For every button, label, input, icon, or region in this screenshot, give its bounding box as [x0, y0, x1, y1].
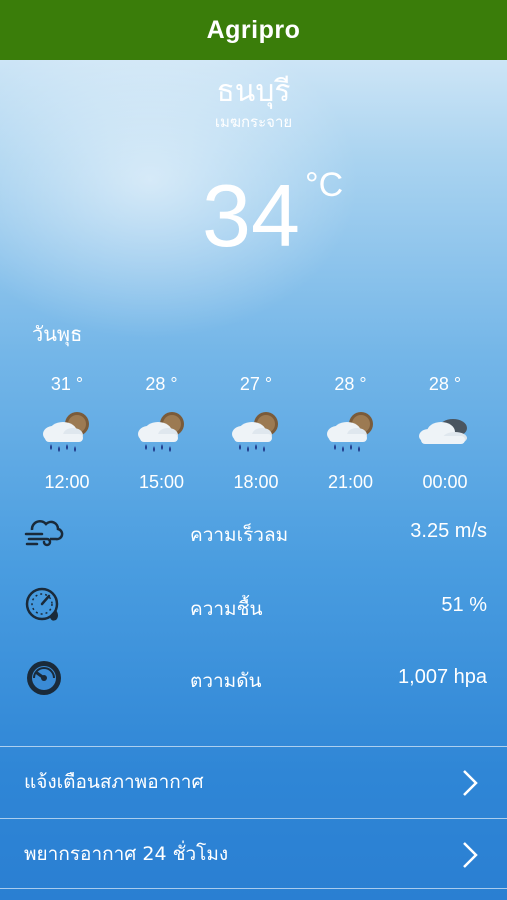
hourly-forecast: 31 ° 12:00 28 ° 15:00 27 ° 18:00 28 ° 21…: [20, 374, 492, 493]
weather-condition: เมฆกระจาย: [214, 113, 293, 131]
wind-value: 3.25 m/s: [410, 520, 487, 542]
hourly-time: 18:00: [233, 472, 279, 492]
city-name: ธนบุรี: [216, 74, 291, 109]
wind-cloud-icon: [24, 520, 64, 547]
pressure-gauge-icon: [27, 661, 61, 695]
hourly-time: 12:00: [44, 472, 90, 492]
hourly-temp: 28 °: [334, 374, 367, 394]
rain-cloud-moon-icon: [43, 412, 89, 452]
weather-alerts-label: แจ้งเตือนสภาพอากาศ: [24, 771, 204, 793]
chevron-right-icon: [463, 770, 478, 796]
hourly-time: 21:00: [327, 472, 374, 492]
hourly-item: 28 ° 21:00: [304, 374, 398, 493]
cloud-icon: [419, 419, 467, 444]
humidity-row: ความชื้น 51 %: [0, 584, 507, 628]
hourly-item: 28 ° 15:00: [115, 374, 209, 493]
humidity-value: 51 %: [441, 594, 487, 616]
hourly-temp: 31 °: [50, 374, 84, 394]
wind-row: ความเร็วลม 3.25 m/s: [0, 510, 507, 554]
hourly-item: 27 ° 18:00: [209, 374, 303, 493]
pressure-row: ตวามดัน 1,007 hpa: [0, 656, 507, 700]
hourly-temp: 28 °: [428, 374, 462, 394]
hourly-temp: 27 °: [239, 374, 273, 394]
hourly-item: 31 ° 12:00: [20, 374, 114, 493]
weather-alerts-button[interactable]: แจ้งเตือนสภาพอากาศ: [0, 746, 507, 817]
hourly-item: 28 ° 00:00: [398, 374, 492, 493]
weather-panel: ธนบุรี เมฆกระจาย 34 °C วันพุธ 31 ° 12:00…: [0, 60, 507, 900]
hourly-time: 15:00: [138, 472, 185, 492]
humidity-label: ความชื้น: [190, 598, 263, 620]
pressure-value: 1,007 hpa: [398, 666, 487, 688]
wind-label: ความเร็วลม: [190, 524, 289, 546]
hourly-temp: 28 °: [145, 374, 178, 394]
current-temperature: 34: [202, 166, 300, 265]
day-label: วันพุธ: [32, 322, 83, 346]
app-title: Agripro: [206, 15, 301, 44]
rain-cloud-moon-icon: [232, 412, 278, 452]
pressure-label: ตวามดัน: [190, 670, 262, 692]
forecast-24h-label: พยากรอากาศ 24 ชั่วโมง: [24, 842, 229, 865]
temperature-unit: °C: [305, 166, 344, 204]
forecast-24h-button[interactable]: พยากรอากาศ 24 ชั่วโมง: [0, 818, 507, 889]
hourly-time: 00:00: [422, 472, 468, 492]
chevron-right-icon: [463, 842, 478, 868]
humidity-gauge-icon: [25, 587, 59, 621]
rain-cloud-moon-icon: [137, 412, 184, 452]
rain-cloud-moon-icon: [326, 412, 373, 452]
app-header: Agripro: [0, 0, 507, 60]
